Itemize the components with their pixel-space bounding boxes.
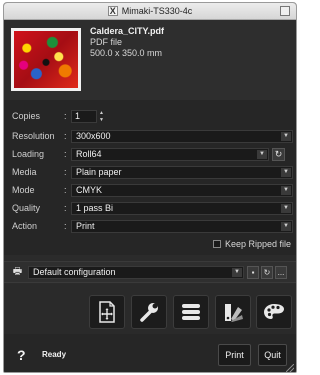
window-title: Mimaki-TS330-4c <box>121 6 193 16</box>
chevron-down-icon[interactable]: ▼ <box>281 186 291 195</box>
file-panel: Caldera_CITY.pdf PDF file 500.0 x 350.0 … <box>4 20 296 100</box>
configuration-value: Default configuration <box>33 267 116 277</box>
settings-tool-button[interactable] <box>131 295 167 329</box>
stepper-down-icon[interactable]: ▼ <box>99 117 104 123</box>
palette-tool-button[interactable] <box>256 295 292 329</box>
refresh-configuration-button[interactable]: ↻ <box>261 266 273 279</box>
refresh-loading-button[interactable]: ↻ <box>272 148 285 161</box>
chevron-down-icon[interactable]: ▼ <box>232 268 242 277</box>
status-text: Ready <box>42 350 67 359</box>
jobs-tool-button[interactable] <box>173 295 209 329</box>
media-value: Plain paper <box>76 167 122 177</box>
save-icon: ▪ <box>251 268 255 277</box>
copies-colon: : <box>64 111 67 121</box>
printer-icon: 🖶 <box>12 266 23 277</box>
loading-select[interactable]: Roll64 ▼ <box>71 148 269 161</box>
quality-select[interactable]: 1 pass Bi ▼ <box>71 202 293 215</box>
resolution-label: Resolution <box>12 131 55 141</box>
media-label: Media <box>12 167 37 177</box>
action-colon: : <box>64 221 67 231</box>
more-label: ... <box>277 268 285 277</box>
x-window-icon: X <box>107 6 118 16</box>
more-configuration-button[interactable]: ... <box>275 266 287 279</box>
configuration-bar: 🖶 Default configuration ▼ ▪ ↻ ... <box>4 261 296 283</box>
action-row: Action : Print ▼ <box>4 220 296 233</box>
loading-label: Loading <box>12 149 45 159</box>
quit-button[interactable]: Quit <box>258 344 287 366</box>
print-button[interactable]: Print <box>218 344 251 366</box>
settings-panel: Copies : 1 ▲ ▼ Resolution : 300x600 ▼ Lo… <box>4 100 296 255</box>
file-thumbnail <box>11 28 81 91</box>
mode-select[interactable]: CMYK ▼ <box>71 184 293 197</box>
loading-value: Roll64 <box>76 149 102 159</box>
file-type: PDF file <box>90 37 123 47</box>
copies-stepper[interactable]: ▲ ▼ <box>97 110 106 123</box>
file-info: Caldera_CITY.pdf PDF file 500.0 x 350.0 … <box>90 26 164 59</box>
file-name: Caldera_CITY.pdf <box>90 26 165 36</box>
loading-colon: : <box>64 149 67 159</box>
action-select[interactable]: Print ▼ <box>71 220 293 233</box>
minimize-button[interactable] <box>280 6 290 16</box>
chevron-down-icon[interactable]: ▼ <box>281 204 291 213</box>
mode-value: CMYK <box>76 185 103 195</box>
file-size: 500.0 x 350.0 mm <box>90 48 163 58</box>
title-bar: X Mimaki-TS330-4c <box>4 3 296 20</box>
mode-colon: : <box>64 185 67 195</box>
wrench-icon <box>140 303 158 322</box>
list-icon <box>182 304 200 320</box>
resolution-select[interactable]: 300x600 ▼ <box>71 130 293 143</box>
app-window: X Mimaki-TS330-4c Caldera_CITY.pdf PDF f… <box>3 2 297 373</box>
tool-bar <box>4 284 296 334</box>
media-select[interactable]: Plain paper ▼ <box>71 166 293 179</box>
footer: ? Ready Print Quit <box>4 334 296 372</box>
copies-input[interactable]: 1 <box>71 110 97 123</box>
save-configuration-button[interactable]: ▪ <box>247 266 259 279</box>
keep-ripped-option[interactable]: Keep Ripped file <box>213 239 291 249</box>
media-colon: : <box>64 167 67 177</box>
action-label: Action <box>12 221 38 231</box>
loading-row: Loading : Roll64 ▼ ↻ <box>4 148 296 161</box>
move-layout-icon <box>99 301 115 323</box>
palette-icon <box>264 304 284 319</box>
quality-value: 1 pass Bi <box>76 203 114 213</box>
mode-row: Mode : CMYK ▼ <box>4 184 296 197</box>
media-row: Media : Plain paper ▼ <box>4 166 296 179</box>
resolution-row: Resolution : 300x600 ▼ <box>4 130 296 143</box>
resize-grip-icon[interactable] <box>286 364 294 372</box>
resolution-colon: : <box>64 131 67 141</box>
action-value: Print <box>76 221 95 231</box>
help-icon[interactable]: ? <box>17 347 26 363</box>
layout-tool-button[interactable] <box>89 295 125 329</box>
keep-ripped-label: Keep Ripped file <box>225 239 292 249</box>
keep-ripped-checkbox[interactable] <box>213 240 221 248</box>
refresh-icon: ↻ <box>274 149 283 159</box>
color-tool-button[interactable] <box>215 295 251 329</box>
chevron-down-icon[interactable]: ▼ <box>281 132 291 141</box>
copies-row: Copies : 1 ▲ ▼ <box>4 110 296 123</box>
quality-label: Quality <box>12 203 41 213</box>
chevron-down-icon[interactable]: ▼ <box>281 222 291 231</box>
configuration-select[interactable]: Default configuration ▼ <box>28 266 244 279</box>
resolution-value: 300x600 <box>76 131 111 141</box>
chevron-down-icon[interactable]: ▼ <box>257 150 267 159</box>
mode-label: Mode <box>12 185 35 195</box>
color-swatches-icon <box>225 304 243 322</box>
copies-label: Copies <box>12 111 41 121</box>
chevron-down-icon[interactable]: ▼ <box>281 168 291 177</box>
quality-colon: : <box>64 203 67 213</box>
refresh-icon: ↻ <box>263 268 271 277</box>
quality-row: Quality : 1 pass Bi ▼ <box>4 202 296 215</box>
stepper-up-icon[interactable]: ▲ <box>99 110 104 116</box>
